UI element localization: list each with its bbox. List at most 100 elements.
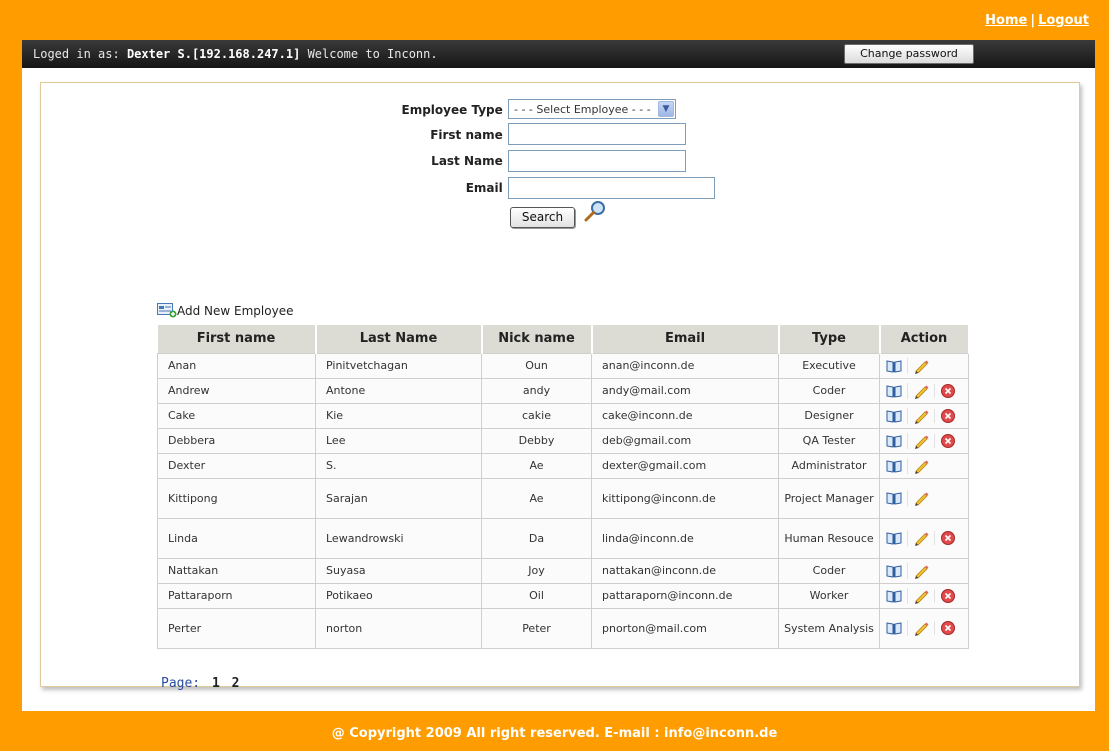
cell-actions — [879, 477, 969, 519]
cell-email: anan@inconn.de — [591, 352, 779, 379]
logged-user: Dexter S.[192.168.247.1] — [126, 47, 301, 61]
edit-icon[interactable] — [907, 432, 934, 449]
cell-nick-name: Ae — [481, 477, 592, 519]
edit-icon[interactable] — [907, 620, 934, 636]
cell-last-name: Lee — [315, 427, 482, 454]
cell-first-name: Debbera — [157, 427, 316, 454]
logout-link[interactable]: Logout — [1038, 13, 1089, 28]
employee-type-value: - - - Select Employee - - - — [514, 103, 651, 116]
cell-type: Administrator — [778, 452, 880, 479]
table-row: Debbera Lee Debby deb@gmail.com QA Tester — [157, 427, 969, 454]
cell-nick-name: Ae — [481, 452, 592, 479]
top-links: Home | Logout — [985, 13, 1089, 28]
pagination: Page: 1 2 — [161, 676, 239, 691]
cell-type: Coder — [778, 377, 880, 404]
cell-first-name: Andrew — [157, 377, 316, 404]
cell-last-name: Sarajan — [315, 477, 482, 519]
last-name-row: Last Name : — [41, 150, 511, 172]
main-page: Loged in as: Dexter S.[192.168.247.1] We… — [22, 40, 1095, 711]
delete-icon[interactable] — [934, 588, 961, 603]
welcome-text: Welcome to Inconn. — [307, 47, 438, 61]
page-1-link[interactable]: 1 — [212, 676, 220, 691]
table-row: Nattakan Suyasa Joy nattakan@inconn.de Coder — [157, 557, 969, 584]
login-prefix: Loged in as: — [33, 47, 120, 61]
view-icon[interactable] — [880, 409, 907, 423]
page-2-link[interactable]: 2 — [232, 676, 240, 691]
last-name-input[interactable] — [508, 150, 686, 172]
cell-nick-name: Debby — [481, 427, 592, 454]
search-button[interactable]: Search — [510, 207, 575, 228]
cell-type: Human Resouce — [778, 517, 880, 559]
link-separator: | — [1030, 13, 1036, 28]
first-name-label: First name : — [430, 128, 511, 142]
delete-icon[interactable] — [934, 433, 961, 448]
cell-actions — [879, 377, 969, 404]
delete-icon[interactable] — [934, 621, 961, 635]
first-name-input[interactable] — [508, 123, 686, 145]
edit-icon[interactable] — [907, 587, 934, 604]
cell-actions — [879, 582, 969, 609]
cell-last-name: Kie — [315, 402, 482, 429]
cell-first-name: Perter — [157, 607, 316, 649]
view-icon[interactable] — [880, 434, 907, 448]
chevron-down-icon[interactable]: ▼ — [658, 101, 674, 117]
header-first-name[interactable]: First name — [157, 325, 317, 353]
edit-icon[interactable] — [907, 457, 934, 474]
view-icon[interactable] — [880, 459, 907, 473]
cell-email: andy@mail.com — [591, 377, 779, 404]
edit-icon[interactable] — [907, 530, 934, 546]
view-icon[interactable] — [880, 359, 907, 373]
edit-icon[interactable] — [907, 490, 934, 506]
employee-type-label: Employee Type : — [401, 103, 511, 117]
add-employee-link[interactable]: Add New Employee — [157, 303, 293, 318]
cell-email: pnorton@mail.com — [591, 607, 779, 649]
view-icon[interactable] — [880, 384, 907, 398]
cell-actions — [879, 452, 969, 479]
cell-first-name: Kittipong — [157, 477, 316, 519]
delete-icon[interactable] — [934, 408, 961, 423]
cell-nick-name: Oun — [481, 352, 592, 379]
cell-email: linda@inconn.de — [591, 517, 779, 559]
user-bar: Loged in as: Dexter S.[192.168.247.1] We… — [22, 40, 1095, 68]
footer: @ Copyright 2009 All right reserved. E-m… — [331, 726, 778, 741]
cell-type: Designer — [778, 402, 880, 429]
email-row: Email : — [41, 177, 511, 199]
page-frame: Home | Logout Loged in as: Dexter S.[192.1… — [0, 0, 1109, 751]
header-email[interactable]: Email — [591, 325, 780, 353]
table-header-row: First name Last Name Nick name Email Typ… — [157, 325, 970, 353]
home-link[interactable]: Home — [985, 13, 1027, 28]
change-password-button[interactable]: Change password — [844, 44, 974, 64]
edit-icon[interactable] — [907, 357, 934, 374]
header-type[interactable]: Type — [778, 325, 881, 353]
delete-icon[interactable] — [934, 383, 961, 398]
magnifier-icon[interactable] — [583, 199, 607, 226]
view-icon[interactable] — [880, 589, 907, 603]
header-last-name[interactable]: Last Name — [315, 325, 483, 353]
cell-last-name: Antone — [315, 377, 482, 404]
table-row: Pattaraporn Potikaeo Oil pattaraporn@inconn… — [157, 582, 969, 609]
table-row: Dexter S. Ae dexter@gmail.com Administrator — [157, 452, 969, 479]
cell-first-name: Pattaraporn — [157, 582, 316, 609]
cell-email: pattaraporn@inconn.de — [591, 582, 779, 609]
employee-type-select[interactable]: - - - Select Employee - - - ▼ — [508, 99, 676, 119]
table-row: Cake Kie cakie cake@inconn.de Designer — [157, 402, 969, 429]
edit-icon[interactable] — [907, 407, 934, 424]
cell-actions — [879, 427, 969, 454]
cell-type: Worker — [778, 582, 880, 609]
view-icon[interactable] — [880, 621, 907, 635]
edit-icon[interactable] — [907, 382, 934, 399]
cell-actions — [879, 517, 969, 559]
view-icon[interactable] — [880, 531, 907, 545]
cell-nick-name: Peter — [481, 607, 592, 649]
table-row: Andrew Antone andy andy@mail.com Coder — [157, 377, 969, 404]
cell-email: nattakan@inconn.de — [591, 557, 779, 584]
cell-type: Coder — [778, 557, 880, 584]
view-icon[interactable] — [880, 491, 907, 505]
edit-icon[interactable] — [907, 562, 934, 579]
delete-icon[interactable] — [934, 531, 961, 545]
header-nick-name[interactable]: Nick name — [481, 325, 593, 353]
email-input[interactable] — [508, 177, 715, 199]
view-icon[interactable] — [880, 564, 907, 578]
cell-last-name: norton — [315, 607, 482, 649]
cell-email: dexter@gmail.com — [591, 452, 779, 479]
